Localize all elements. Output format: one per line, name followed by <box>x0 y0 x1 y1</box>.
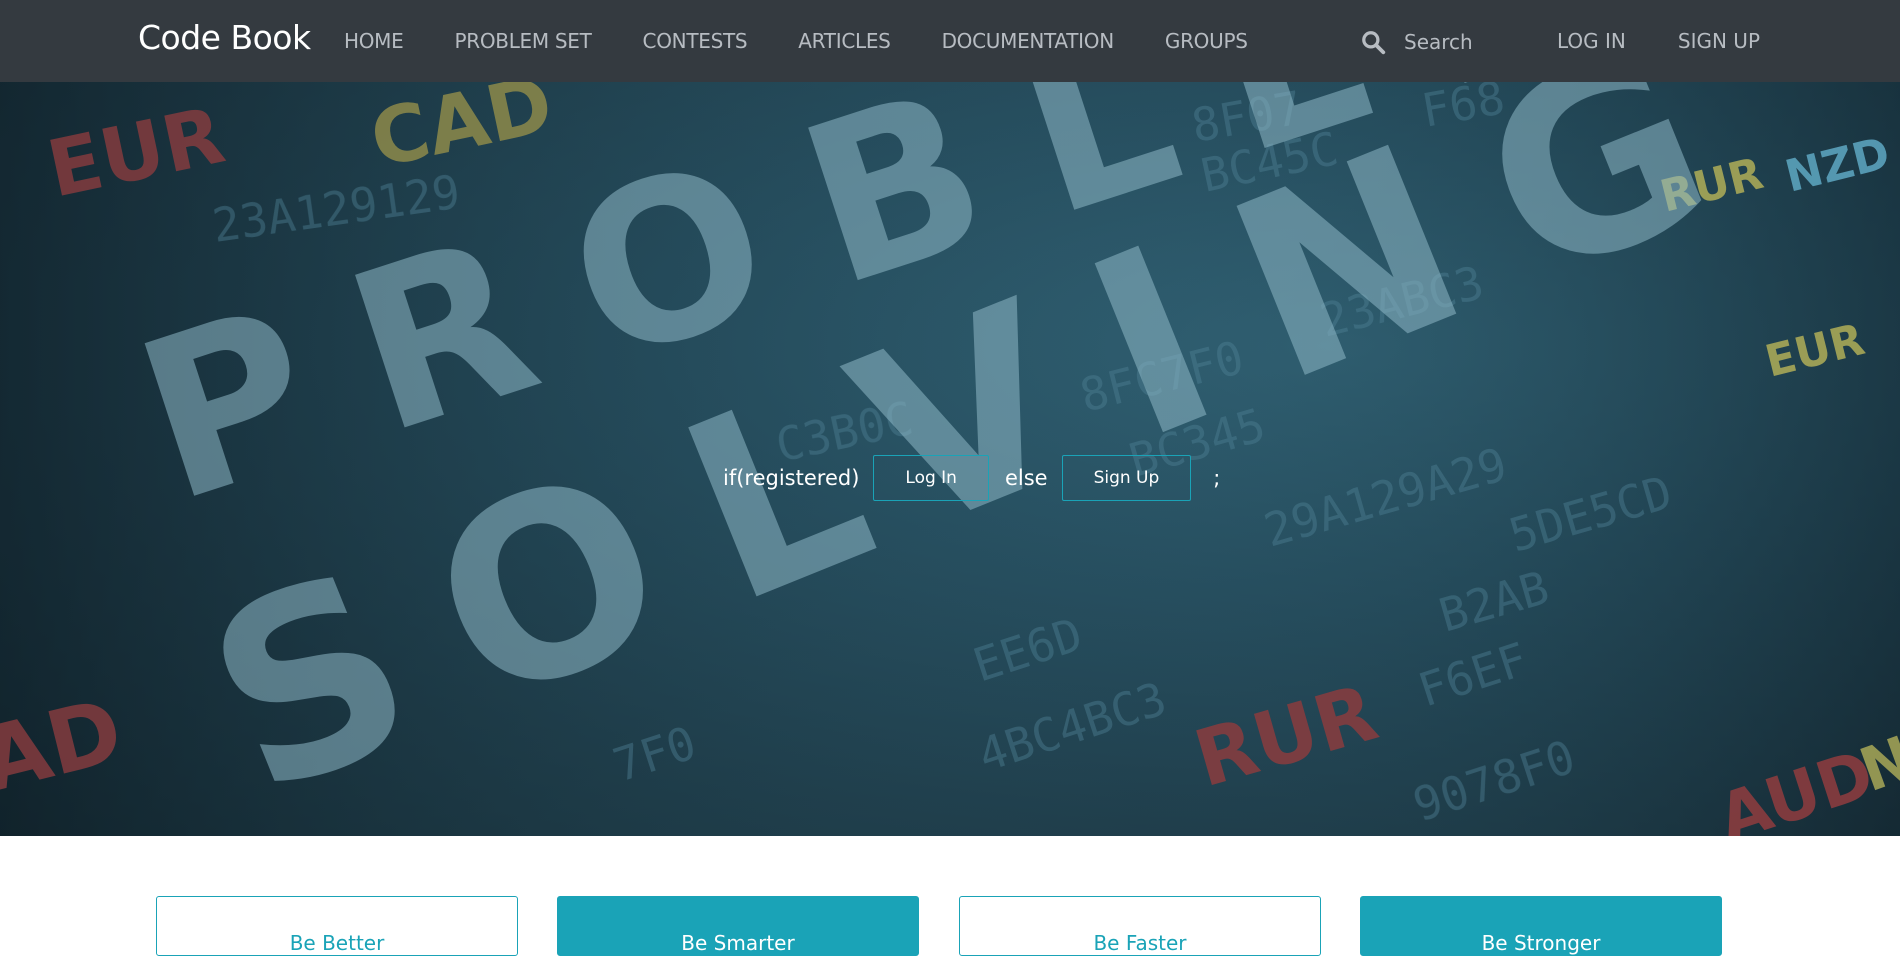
card-label: Be Faster <box>1093 931 1187 955</box>
cta-suffix: ; <box>1213 466 1221 490</box>
cta-else: else <box>1004 466 1048 490</box>
nav-problem-set[interactable]: PROBLEM SET <box>454 29 591 53</box>
card-be-stronger[interactable]: Be Stronger <box>1360 896 1722 956</box>
card-be-faster[interactable]: Be Faster <box>959 896 1321 956</box>
navbar: Code Book HOME PROBLEM SET CONTESTS ARTI… <box>0 0 1900 82</box>
nav-groups[interactable]: GROUPS <box>1165 29 1248 53</box>
card-be-better[interactable]: Be Better <box>156 896 518 956</box>
nav-login[interactable]: LOG IN <box>1557 29 1626 53</box>
search-input[interactable] <box>1402 29 1536 55</box>
card-label: Be Stronger <box>1481 931 1601 955</box>
nav-home[interactable]: HOME <box>344 29 404 53</box>
nav-articles[interactable]: ARTICLES <box>798 29 891 53</box>
brand-logo[interactable]: Code Book <box>138 18 311 57</box>
login-button[interactable]: Log In <box>873 455 989 501</box>
feature-cards: Be Better Be Smarter Be Faster Be Strong… <box>0 836 1900 956</box>
nav-signup[interactable]: SIGN UP <box>1678 29 1760 53</box>
cta-prefix: if(registered) <box>723 466 860 490</box>
cta-row: if(registered) Log In else Sign Up ; <box>723 454 1220 502</box>
nav-contests[interactable]: CONTESTS <box>643 29 748 53</box>
card-be-smarter[interactable]: Be Smarter <box>557 896 919 956</box>
signup-button[interactable]: Sign Up <box>1061 455 1192 501</box>
hero-banner: 23A129129 8F07 F68 BC45C 23ABC3 8FC7F0 B… <box>0 82 1900 836</box>
card-label: Be Better <box>289 931 385 955</box>
card-label: Be Smarter <box>681 931 795 955</box>
search-icon[interactable] <box>1360 29 1386 55</box>
search-box <box>1360 22 1536 62</box>
main-menu: HOME PROBLEM SET CONTESTS ARTICLES DOCUM… <box>344 0 1299 82</box>
auth-links: LOG IN SIGN UP <box>1557 0 1812 82</box>
nav-documentation[interactable]: DOCUMENTATION <box>942 29 1115 53</box>
